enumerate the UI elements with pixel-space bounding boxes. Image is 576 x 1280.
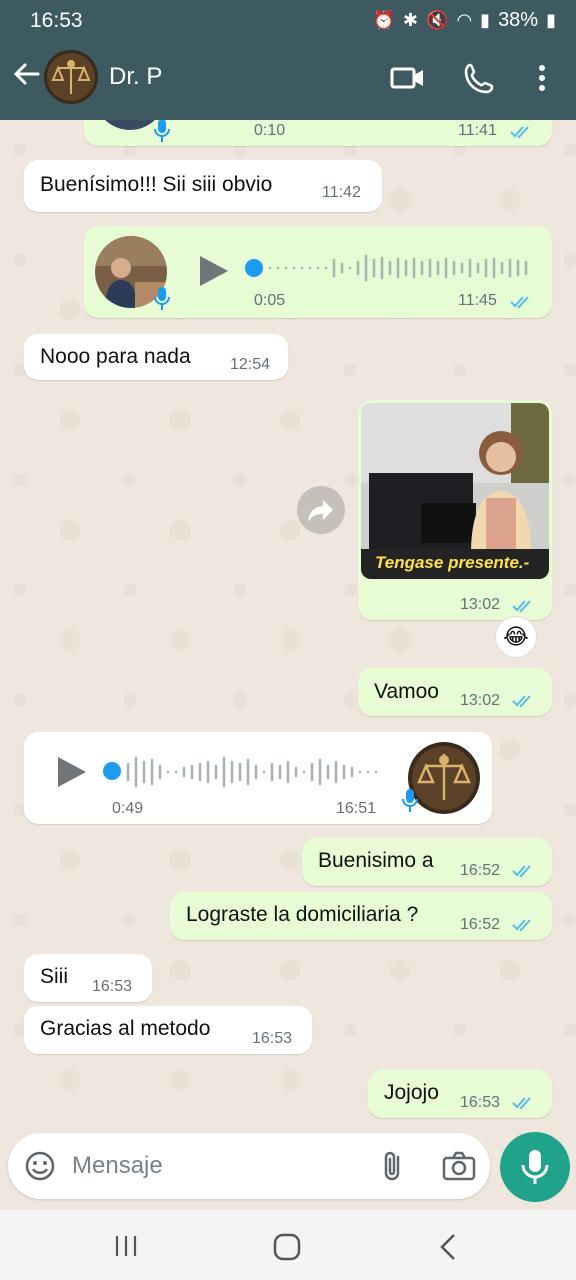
double-tick-icon — [512, 865, 531, 878]
message-time: 11:41 — [458, 122, 497, 139]
mic-button[interactable] — [500, 1132, 570, 1202]
image-caption: Tengase presente.- — [375, 553, 530, 572]
message-time: 12:54 — [230, 356, 271, 373]
message-time: 16:51 — [336, 800, 377, 817]
recent-apps-icon[interactable] — [112, 1234, 140, 1258]
double-tick-icon — [512, 919, 531, 932]
emoji-icon[interactable] — [24, 1150, 56, 1182]
message-text: Gracias al metodo — [40, 1017, 211, 1040]
mute-icon: 🔇 — [426, 10, 449, 30]
app-header: 16:53 ⏰ ✱ 🔇 ◠ ▮ 38% ▮ Dr. P — [0, 0, 576, 120]
mic-icon — [402, 789, 418, 812]
play-icon[interactable] — [58, 757, 86, 787]
message-time: 16:53 — [460, 1094, 501, 1111]
voice-waveform[interactable] — [266, 248, 536, 288]
voice-sender-avatar — [408, 742, 480, 814]
system-nav-bar — [0, 1210, 576, 1280]
voice-progress-thumb[interactable] — [245, 259, 263, 277]
message-time: 13:02 — [460, 692, 501, 709]
message-incoming[interactable]: Siii 16:53 — [24, 954, 152, 1002]
message-text: Buenísimo!!! Sii siii obvio — [40, 173, 273, 196]
message-time: 11:45 — [458, 292, 497, 309]
chat-area[interactable]: 0:10 11:41 Buenísimo!!! Sii siii obvio 1… — [0, 120, 576, 1132]
voice-message-outgoing[interactable]: 0:05 11:45 — [84, 226, 552, 318]
message-time: 16:53 — [252, 1030, 293, 1047]
back-nav-icon[interactable] — [436, 1232, 460, 1262]
back-arrow-icon[interactable] — [8, 58, 44, 98]
voice-message-top[interactable]: 0:10 11:41 — [84, 120, 552, 146]
message-time: 16:52 — [460, 916, 501, 933]
image-sticker[interactable]: Tengase presente.- — [361, 403, 549, 579]
voice-message-incoming[interactable]: 0:49 16:51 — [24, 732, 492, 824]
bluetooth-icon: ✱ — [402, 10, 419, 30]
double-tick-icon — [510, 296, 529, 309]
status-bar: 16:53 ⏰ ✱ 🔇 ◠ ▮ 38% ▮ — [0, 0, 576, 42]
double-tick-icon — [512, 1097, 531, 1110]
forward-icon[interactable] — [297, 486, 345, 534]
voice-progress-thumb[interactable] — [103, 762, 121, 780]
message-text: Siii — [40, 965, 69, 988]
message-outgoing[interactable]: Jojojo 16:53 — [368, 1070, 552, 1118]
image-message[interactable]: Tengase presente.- 13:02 — [358, 400, 552, 620]
composer — [8, 1133, 490, 1199]
message-text: Jojojo — [384, 1081, 439, 1104]
message-incoming[interactable]: Gracias al metodo 16:53 — [24, 1006, 312, 1054]
message-text: Buenisimo a — [318, 849, 434, 872]
camera-icon[interactable] — [442, 1151, 476, 1181]
double-tick-icon — [510, 126, 529, 139]
message-text: Vamoo — [374, 680, 439, 703]
more-vert-icon[interactable] — [522, 58, 562, 98]
message-time: 16:52 — [460, 862, 501, 879]
signal-icon: ▮ — [480, 10, 491, 30]
message-time: 16:53 — [92, 978, 133, 995]
voice-duration: 0:10 — [254, 122, 286, 139]
message-input[interactable] — [72, 1147, 362, 1185]
mic-icon — [154, 287, 170, 310]
message-outgoing[interactable]: Buenisimo a 16:52 — [302, 838, 552, 886]
contact-name[interactable]: Dr. P — [109, 63, 162, 91]
status-time: 16:53 — [30, 9, 83, 32]
message-time: 13:02 — [460, 596, 501, 613]
reaction-badge[interactable]: 😂 — [495, 616, 537, 658]
message-outgoing[interactable]: Lograste la domiciliaria ? 16:52 — [170, 892, 552, 940]
alarm-icon: ⏰ — [372, 10, 395, 30]
double-tick-icon — [512, 695, 531, 708]
wifi-icon: ◠ — [456, 10, 473, 30]
message-time: 11:42 — [322, 184, 361, 201]
message-incoming[interactable]: Buenísimo!!! Sii siii obvio 11:42 — [24, 160, 382, 212]
voice-waveform[interactable] — [124, 752, 384, 792]
mic-icon — [521, 1150, 549, 1184]
home-icon[interactable] — [272, 1232, 302, 1262]
attach-icon[interactable] — [378, 1149, 408, 1183]
status-icons: ⏰ ✱ 🔇 ◠ ▮ 38% ▮ — [373, 9, 557, 32]
contact-avatar[interactable] — [44, 50, 98, 104]
play-icon[interactable] — [200, 256, 228, 286]
video-call-icon[interactable] — [388, 58, 428, 98]
mic-icon — [154, 120, 170, 142]
message-incoming[interactable]: Nooo para nada 12:54 — [24, 334, 288, 380]
voice-duration: 0:05 — [254, 292, 286, 309]
battery-level: 38% — [498, 9, 539, 31]
message-outgoing[interactable]: Vamoo 13:02 — [358, 668, 552, 716]
voice-duration: 0:49 — [112, 800, 144, 817]
phone-icon[interactable] — [460, 58, 500, 98]
message-text: Lograste la domiciliaria ? — [186, 903, 419, 926]
battery-icon: ▮ — [546, 10, 556, 30]
double-tick-icon — [512, 600, 531, 613]
message-text: Nooo para nada — [40, 345, 191, 368]
